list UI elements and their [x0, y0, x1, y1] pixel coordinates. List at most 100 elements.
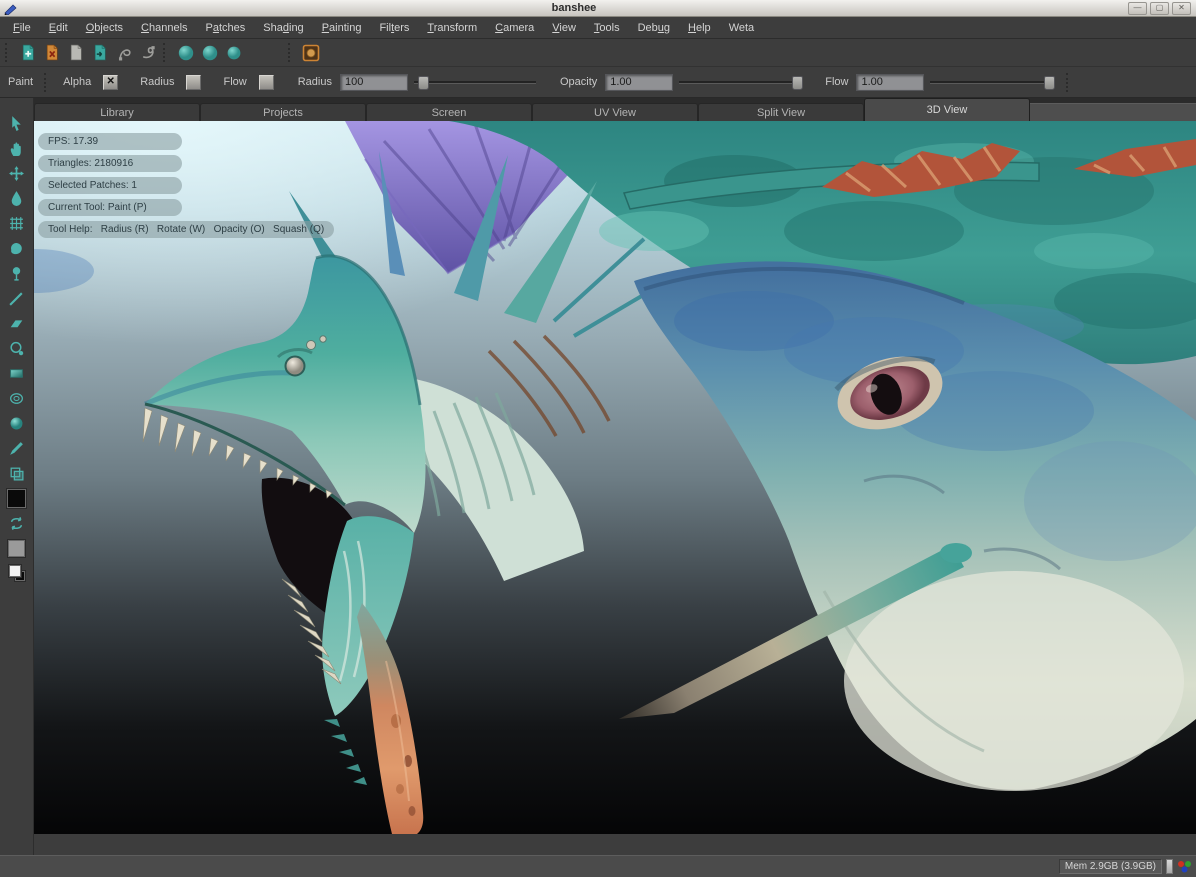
menu-shading[interactable]: Shading [254, 22, 312, 34]
import-project-button[interactable] [88, 41, 112, 64]
tab-split-view[interactable]: Split View [698, 103, 864, 121]
menu-help[interactable]: Help [679, 22, 720, 34]
teardrop-icon [8, 190, 25, 207]
save-project-button[interactable] [64, 41, 88, 64]
tab-3d-view[interactable]: 3D View [864, 98, 1030, 121]
sphere-tool[interactable] [5, 412, 29, 434]
radius-slider-handle[interactable] [418, 76, 429, 90]
zoom-select-icon [8, 340, 25, 357]
menu-view[interactable]: View [543, 22, 585, 34]
radius-checkbox[interactable] [186, 75, 201, 90]
move-tool[interactable] [5, 162, 29, 184]
window-title: banshee [20, 2, 1128, 14]
opacity-slider-handle[interactable] [792, 76, 803, 90]
zoom-select-tool[interactable] [5, 337, 29, 359]
paint-options-bar: Paint Alpha ✕ Radius Flow Radius 100 Opa… [0, 67, 1196, 98]
tab-library[interactable]: Library [34, 103, 200, 121]
drop-tool[interactable] [5, 187, 29, 209]
memory-indicator: Mem 2.9GB (3.9GB) [1059, 859, 1162, 874]
node-tool-icon [140, 44, 157, 61]
hud-fps: FPS: 17.39 [38, 133, 182, 150]
menu-channels[interactable]: Channels [132, 22, 197, 34]
flow-value-field[interactable]: 1.00 [856, 74, 924, 91]
radius-value-field[interactable]: 100 [340, 74, 408, 91]
save-project-icon [68, 44, 85, 61]
hud-tool-help: Tool Help: Radius (R) Rotate (W) Opacity… [38, 221, 334, 238]
window-controls: — ▢ ✕ [1128, 2, 1191, 15]
flow-checkbox[interactable] [259, 75, 274, 90]
lighting-button[interactable] [299, 41, 323, 64]
radius-toggle-label: Radius [132, 76, 182, 88]
opacity-value-field[interactable]: 1.00 [605, 74, 673, 91]
tongue [357, 603, 423, 834]
move-arrows-icon [8, 165, 25, 182]
brush-icon [8, 440, 25, 457]
close-project-button[interactable] [40, 41, 64, 64]
menu-filters[interactable]: Filters [370, 22, 418, 34]
status-grip[interactable] [1166, 859, 1173, 874]
paint-buffer-2-button[interactable] [198, 41, 222, 64]
mesh-tool[interactable] [5, 212, 29, 234]
3d-viewport[interactable]: FPS: 17.39 Triangles: 2180916 Selected P… [34, 121, 1196, 834]
swap-colors-button[interactable] [5, 512, 29, 534]
menu-debug[interactable]: Debug [629, 22, 679, 34]
opacity-slider[interactable] [679, 75, 801, 89]
sphere-icon [8, 415, 25, 432]
menu-objects[interactable]: Objects [77, 22, 132, 34]
rect-select-icon [8, 365, 25, 382]
maximize-button[interactable]: ▢ [1150, 2, 1169, 15]
hud-triangles: Triangles: 2180916 [38, 155, 182, 172]
app-pen-icon [4, 2, 20, 15]
tab-uv-view[interactable]: UV View [532, 103, 698, 121]
menu-transform[interactable]: Transform [418, 22, 486, 34]
menu-file[interactable]: File [4, 22, 40, 34]
main-toolbar [0, 39, 1196, 67]
status-bar: Mem 2.9GB (3.9GB) [0, 855, 1196, 877]
rgb-channels-icon[interactable] [1177, 860, 1192, 873]
minimize-button[interactable]: — [1128, 2, 1147, 15]
rect-select-tool[interactable] [5, 362, 29, 384]
tab-projects[interactable]: Projects [200, 103, 366, 121]
select-tool[interactable] [5, 112, 29, 134]
paint-buffer-3-button[interactable] [222, 41, 246, 64]
brush-tool[interactable] [5, 437, 29, 459]
hud-selected-patches: Selected Patches: 1 [38, 177, 182, 194]
line-tool[interactable] [5, 287, 29, 309]
pan-tool[interactable] [5, 137, 29, 159]
new-project-button[interactable] [16, 41, 40, 64]
tab-screen[interactable]: Screen [366, 103, 532, 121]
eraser-tool[interactable] [5, 312, 29, 334]
ellipse-select-tool[interactable] [5, 387, 29, 409]
menu-tools[interactable]: Tools [585, 22, 629, 34]
paint-blob-tool[interactable] [5, 237, 29, 259]
paint-buffer-1-icon [177, 44, 195, 62]
select-arrow-icon [8, 115, 25, 132]
alpha-checkbox[interactable]: ✕ [103, 75, 118, 90]
swap-colors-icon [8, 515, 25, 532]
flow-slider[interactable] [930, 75, 1052, 89]
background-color-swatch[interactable] [5, 537, 29, 559]
paint-buffer-3-icon [225, 44, 243, 62]
tool-palette [0, 98, 34, 855]
pin-tool[interactable] [5, 262, 29, 284]
viewport-hud: FPS: 17.39 Triangles: 2180916 Selected P… [38, 133, 334, 243]
foreground-color-swatch[interactable] [5, 487, 29, 509]
toolbar-separator [288, 43, 294, 62]
alpha-toggle-label: Alpha [55, 76, 99, 88]
mesh-grid-icon [8, 215, 25, 232]
paint-buffer-1-button[interactable] [174, 41, 198, 64]
path-tool-button[interactable] [112, 41, 136, 64]
jaw-serrations [324, 719, 367, 785]
menu-painting[interactable]: Painting [313, 22, 371, 34]
flow-slider-handle[interactable] [1044, 76, 1055, 90]
menu-camera[interactable]: Camera [486, 22, 543, 34]
menu-weta[interactable]: Weta [720, 22, 763, 34]
close-button[interactable]: ✕ [1172, 2, 1191, 15]
menu-patches[interactable]: Patches [197, 22, 255, 34]
menu-edit[interactable]: Edit [40, 22, 77, 34]
path-tool-icon [116, 44, 133, 61]
reset-colors-swatch[interactable] [5, 562, 29, 584]
clone-tool[interactable] [5, 462, 29, 484]
node-tool-button[interactable] [136, 41, 160, 64]
radius-slider[interactable] [414, 75, 536, 89]
